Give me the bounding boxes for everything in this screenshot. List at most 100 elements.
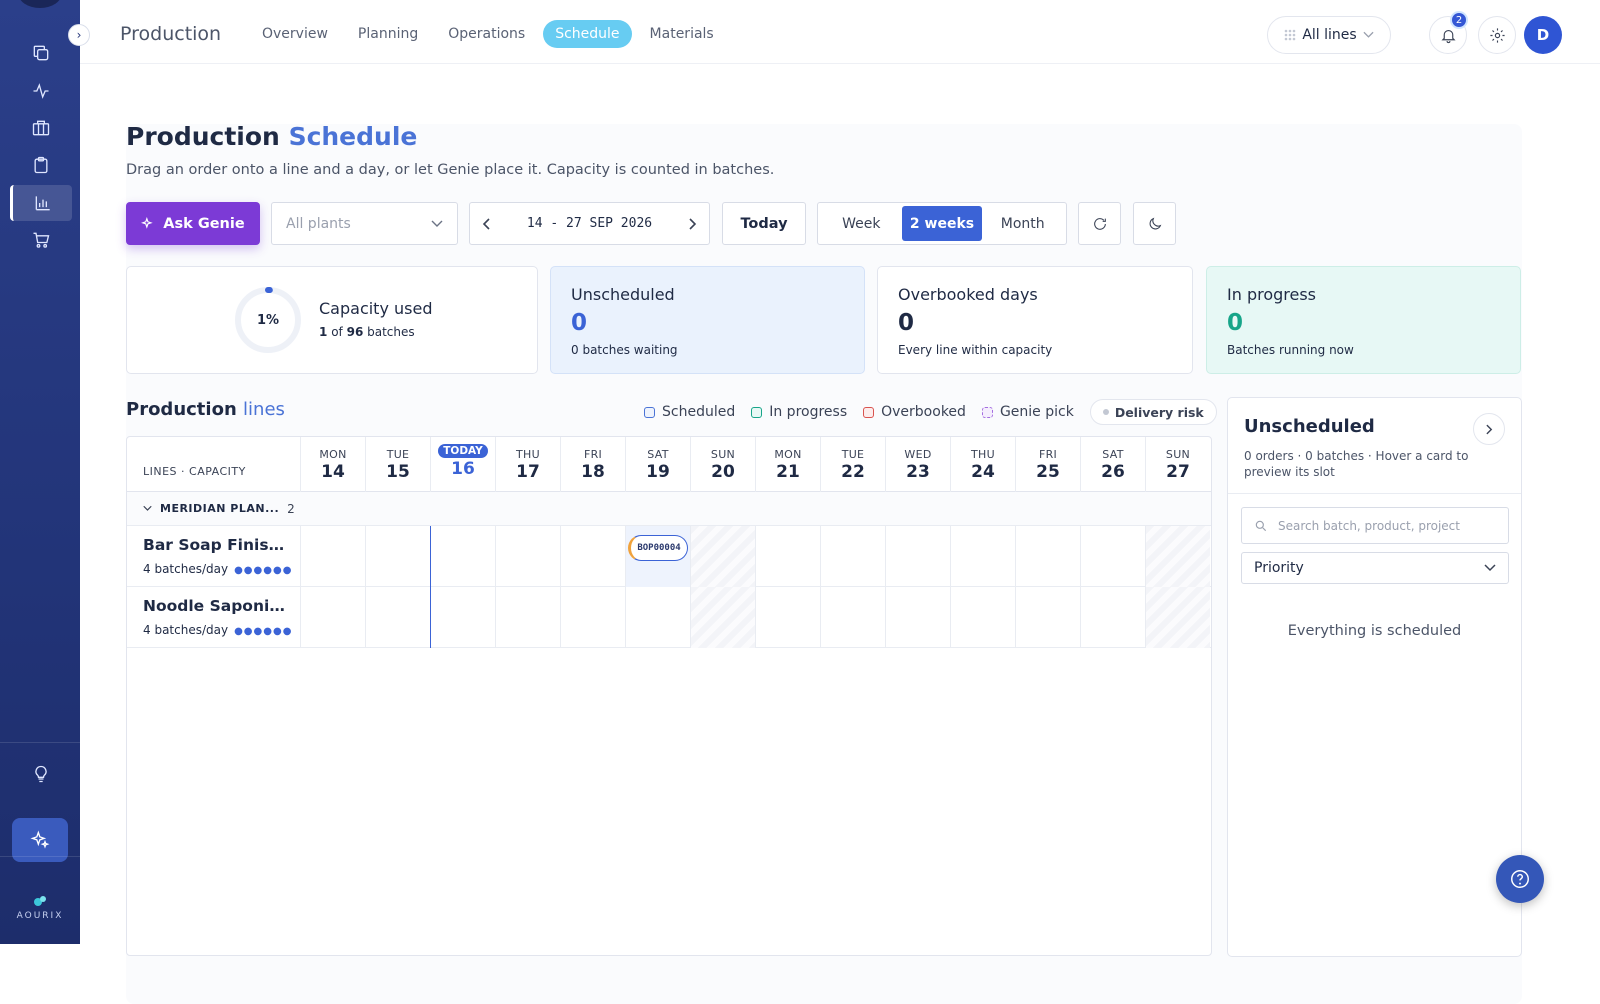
in-progress-label: In progress bbox=[1227, 285, 1316, 304]
schedule-cell[interactable]: BOP00004 bbox=[625, 526, 690, 587]
sidebar-collapse-toggle[interactable]: › bbox=[68, 24, 90, 46]
notifications-button[interactable]: 2 bbox=[1429, 16, 1467, 54]
settings-button[interactable] bbox=[1478, 16, 1516, 54]
schedule-cell[interactable] bbox=[950, 587, 1015, 648]
day-number: 23 bbox=[886, 462, 950, 482]
date-range-picker: 14 - 27 SEP 2026 bbox=[469, 202, 710, 245]
chevron-right-icon[interactable] bbox=[689, 218, 697, 230]
sidebar-item-documents[interactable] bbox=[10, 35, 72, 71]
line-row: Bar Soap Finish... 4 batches/day●●●●●● B… bbox=[127, 526, 1211, 587]
schedule-cell[interactable] bbox=[755, 587, 820, 648]
schedule-cell[interactable] bbox=[950, 526, 1015, 587]
schedule-cell[interactable] bbox=[495, 587, 560, 648]
schedule-cell[interactable] bbox=[365, 587, 430, 648]
line-row: Noodle Saponifi... 4 batches/day●●●●●● bbox=[127, 587, 1211, 648]
lines-filter-value: All lines bbox=[1302, 27, 1356, 43]
sort-select[interactable]: Priority bbox=[1241, 552, 1509, 584]
schedule-cell[interactable] bbox=[365, 526, 430, 587]
plants-select[interactable]: All plants bbox=[271, 202, 458, 245]
schedule-cell[interactable] bbox=[690, 587, 755, 648]
page-title-accent: Schedule bbox=[289, 122, 418, 151]
schedule-cell[interactable] bbox=[820, 526, 885, 587]
lines-title-accent: lines bbox=[243, 399, 285, 420]
user-avatar[interactable]: D bbox=[1524, 16, 1562, 54]
sidebar-item-orders[interactable] bbox=[10, 222, 72, 258]
in-progress-desc: Batches running now bbox=[1227, 343, 1354, 357]
schedule-cell[interactable] bbox=[560, 526, 625, 587]
schedule-cell[interactable] bbox=[495, 526, 560, 587]
grid-dots-icon bbox=[1284, 29, 1296, 41]
activity-icon bbox=[31, 81, 51, 101]
day-name: WED bbox=[886, 448, 950, 461]
sidebar-divider bbox=[0, 856, 80, 857]
schedule-cell[interactable] bbox=[300, 526, 365, 587]
chevron-left-icon[interactable] bbox=[482, 218, 490, 230]
schedule-cell[interactable] bbox=[430, 526, 495, 587]
schedule-cell[interactable] bbox=[1015, 526, 1080, 587]
collapse-panel-button[interactable] bbox=[1473, 413, 1505, 445]
batch-chip[interactable]: BOP00004 bbox=[628, 535, 688, 561]
line-name[interactable]: Noodle Saponifi... bbox=[143, 597, 288, 615]
overbooked-card: Overbooked days 0 Every line within capa… bbox=[877, 266, 1193, 374]
sidebar-avatar[interactable] bbox=[18, 0, 62, 8]
plants-select-placeholder: All plants bbox=[286, 216, 351, 232]
today-marker-line bbox=[430, 526, 431, 648]
day-header: SAT26 bbox=[1080, 437, 1145, 492]
day-number: 27 bbox=[1146, 462, 1210, 482]
view-2-weeks-button[interactable]: 2 weeks bbox=[902, 206, 983, 241]
brand-mark-icon bbox=[33, 895, 47, 907]
today-button[interactable]: Today bbox=[722, 202, 806, 245]
schedule-cell[interactable] bbox=[690, 526, 755, 587]
day-number: 18 bbox=[561, 462, 625, 482]
schedule-cell[interactable] bbox=[885, 526, 950, 587]
legend-label: Genie pick bbox=[1000, 404, 1074, 420]
unscheduled-search-input[interactable]: Search batch, product, project bbox=[1241, 507, 1509, 544]
day-name: MON bbox=[756, 448, 820, 461]
tab-planning[interactable]: Planning bbox=[346, 20, 430, 48]
tab-operations[interactable]: Operations bbox=[436, 20, 537, 48]
chevron-down-icon bbox=[143, 505, 152, 512]
ask-genie-button[interactable]: Ask Genie bbox=[126, 202, 260, 245]
refresh-button[interactable] bbox=[1078, 202, 1121, 245]
plant-group-row[interactable]: MERIDIAN PLAN... 2 bbox=[127, 492, 1211, 526]
sparkle-icon bbox=[30, 830, 50, 850]
view-month-button[interactable]: Month bbox=[982, 206, 1063, 241]
lines-filter-select[interactable]: All lines bbox=[1267, 16, 1391, 54]
schedule-cell[interactable] bbox=[430, 587, 495, 648]
schedule-cell[interactable] bbox=[625, 587, 690, 648]
legend-label: Scheduled bbox=[662, 404, 735, 420]
dark-mode-button[interactable] bbox=[1133, 202, 1176, 245]
help-button[interactable] bbox=[1496, 855, 1544, 903]
ask-genie-label: Ask Genie bbox=[163, 216, 244, 232]
unscheduled-panel: Unscheduled 0 orders · 0 batches · Hover… bbox=[1227, 397, 1522, 957]
tab-schedule[interactable]: Schedule bbox=[543, 20, 631, 48]
line-capacity: 4 batches/day●●●●●● bbox=[143, 623, 292, 637]
search-placeholder: Search batch, product, project bbox=[1278, 519, 1460, 533]
sidebar-item-inventory[interactable] bbox=[10, 110, 72, 146]
sidebar-item-tasks[interactable] bbox=[10, 147, 72, 183]
delivery-risk-toggle[interactable]: Delivery risk bbox=[1090, 399, 1217, 425]
view-week-button[interactable]: Week bbox=[821, 206, 902, 241]
sidebar-item-activity[interactable] bbox=[10, 73, 72, 109]
schedule-cell[interactable] bbox=[755, 526, 820, 587]
schedule-cell[interactable] bbox=[1015, 587, 1080, 648]
line-name[interactable]: Bar Soap Finish... bbox=[143, 536, 288, 554]
delivery-risk-label: Delivery risk bbox=[1115, 405, 1204, 420]
line-capacity: 4 batches/day●●●●●● bbox=[143, 562, 292, 576]
schedule-cell[interactable] bbox=[300, 587, 365, 648]
tab-materials[interactable]: Materials bbox=[638, 20, 726, 48]
schedule-cell[interactable] bbox=[885, 587, 950, 648]
schedule-cell[interactable] bbox=[560, 587, 625, 648]
schedule-cell[interactable] bbox=[1145, 526, 1210, 587]
chevron-right-icon bbox=[1486, 424, 1493, 435]
sidebar-item-ideas[interactable] bbox=[10, 756, 72, 792]
schedule-cell[interactable] bbox=[1145, 587, 1210, 648]
sidebar-item-production[interactable] bbox=[10, 185, 72, 221]
schedule-cell[interactable] bbox=[1080, 526, 1145, 587]
cart-icon bbox=[31, 230, 51, 250]
day-number: 25 bbox=[1016, 462, 1080, 482]
schedule-cell[interactable] bbox=[820, 587, 885, 648]
tab-overview[interactable]: Overview bbox=[250, 20, 340, 48]
lines-capacity-header: LINES · CAPACITY bbox=[143, 465, 246, 478]
schedule-cell[interactable] bbox=[1080, 587, 1145, 648]
